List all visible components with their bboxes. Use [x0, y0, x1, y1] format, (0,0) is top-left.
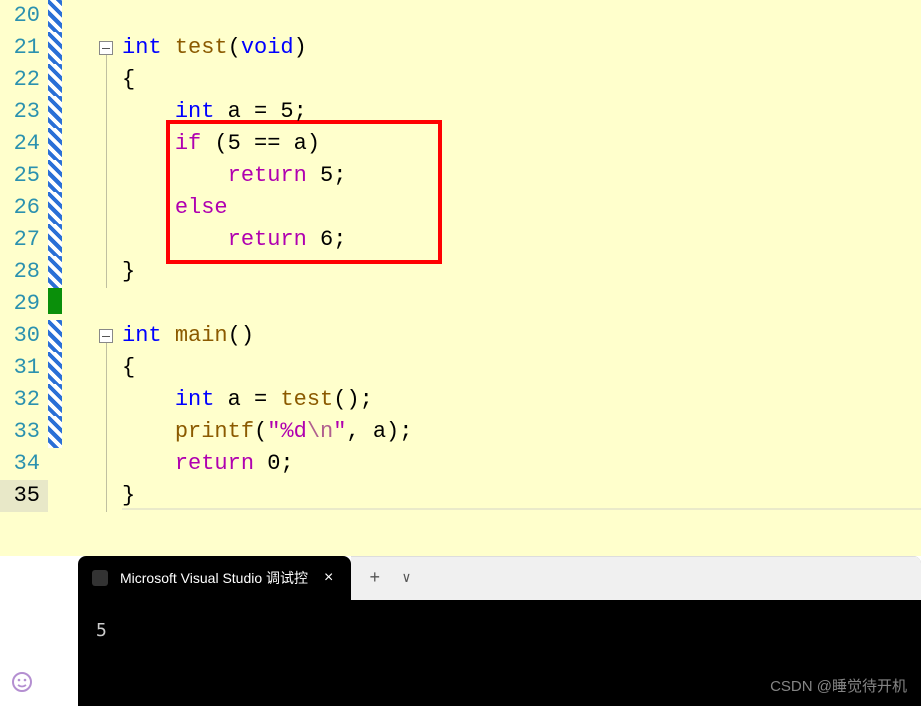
margin-row [48, 352, 96, 384]
margin-row [48, 256, 96, 288]
line-number: 34 [0, 448, 48, 480]
tab-dropdown-icon[interactable]: ∨ [402, 570, 410, 587]
change-mark-icon [48, 64, 62, 96]
code-line[interactable] [122, 288, 921, 320]
margin-row [48, 160, 96, 192]
margin-row [48, 288, 96, 320]
change-mark-icon [48, 256, 62, 288]
code-area[interactable]: int test(void){ int a = 5; if (5 == a) r… [122, 0, 921, 570]
margin-row [48, 0, 96, 32]
code-line[interactable]: { [122, 352, 921, 384]
line-number: 24 [0, 128, 48, 160]
line-number: 21 [0, 32, 48, 64]
line-number: 28 [0, 256, 48, 288]
change-mark-icon [48, 192, 62, 224]
margin-marks [48, 0, 96, 570]
code-line[interactable]: int a = 5; [122, 96, 921, 128]
line-number-gutter: 20212223242526272829303132333435 [0, 0, 48, 570]
change-mark-icon [48, 96, 62, 128]
code-line[interactable] [122, 0, 921, 32]
tab-active[interactable]: Microsoft Visual Studio 调试控 × [78, 556, 351, 600]
tab-title: Microsoft Visual Studio 调试控 [120, 568, 308, 588]
fold-column [96, 0, 122, 570]
watermark: CSDN @睡觉待开机 [770, 675, 907, 696]
code-line[interactable]: printf("%d\n", a); [122, 416, 921, 448]
code-editor[interactable]: 20212223242526272829303132333435 int tes… [0, 0, 921, 570]
code-line[interactable]: } [122, 256, 921, 288]
fold-toggle-icon[interactable] [99, 329, 113, 343]
margin-row [48, 448, 96, 480]
code-line[interactable]: int a = test(); [122, 384, 921, 416]
margin-row [48, 384, 96, 416]
code-line[interactable]: int main() [122, 320, 921, 352]
change-mark-icon [48, 320, 62, 352]
line-number: 33 [0, 416, 48, 448]
margin-row [48, 64, 96, 96]
margin-row [48, 96, 96, 128]
line-number: 30 [0, 320, 48, 352]
margin-row [48, 192, 96, 224]
terminal-output: 5 [78, 600, 921, 661]
change-mark-icon [48, 352, 62, 384]
line-number: 31 [0, 352, 48, 384]
margin-row [48, 320, 96, 352]
margin-row [48, 128, 96, 160]
line-number: 27 [0, 224, 48, 256]
change-mark-icon [48, 384, 62, 416]
line-number: 20 [0, 0, 48, 32]
margin-row [48, 480, 96, 512]
close-icon[interactable]: × [320, 569, 337, 587]
margin-row [48, 224, 96, 256]
console-icon [92, 570, 108, 586]
code-line[interactable]: { [122, 64, 921, 96]
new-tab-button[interactable]: + [369, 569, 380, 589]
output-line: 5 [96, 620, 107, 641]
change-mark-icon [48, 0, 62, 32]
line-number: 22 [0, 64, 48, 96]
change-mark-icon [48, 160, 62, 192]
code-line[interactable]: if (5 == a) [122, 128, 921, 160]
line-number: 23 [0, 96, 48, 128]
feedback-icon[interactable] [10, 670, 34, 694]
code-line[interactable]: int test(void) [122, 32, 921, 64]
code-line[interactable]: return 6; [122, 224, 921, 256]
margin-row [48, 416, 96, 448]
tab-bar: Microsoft Visual Studio 调试控 × + ∨ [78, 556, 921, 600]
change-mark-icon [48, 224, 62, 256]
line-number: 29 [0, 288, 48, 320]
code-line[interactable]: else [122, 192, 921, 224]
margin-row [48, 32, 96, 64]
fold-toggle-icon[interactable] [99, 41, 113, 55]
code-line[interactable]: return 5; [122, 160, 921, 192]
code-line[interactable]: } [122, 480, 921, 512]
line-number: 35 [0, 480, 48, 512]
change-mark-icon [48, 416, 62, 448]
line-number: 26 [0, 192, 48, 224]
line-number: 25 [0, 160, 48, 192]
change-mark-icon [48, 32, 62, 64]
code-line[interactable]: return 0; [122, 448, 921, 480]
change-mark-icon [48, 128, 62, 160]
saved-mark-icon [48, 288, 62, 314]
tab-strip: + ∨ [351, 556, 921, 600]
line-number: 32 [0, 384, 48, 416]
